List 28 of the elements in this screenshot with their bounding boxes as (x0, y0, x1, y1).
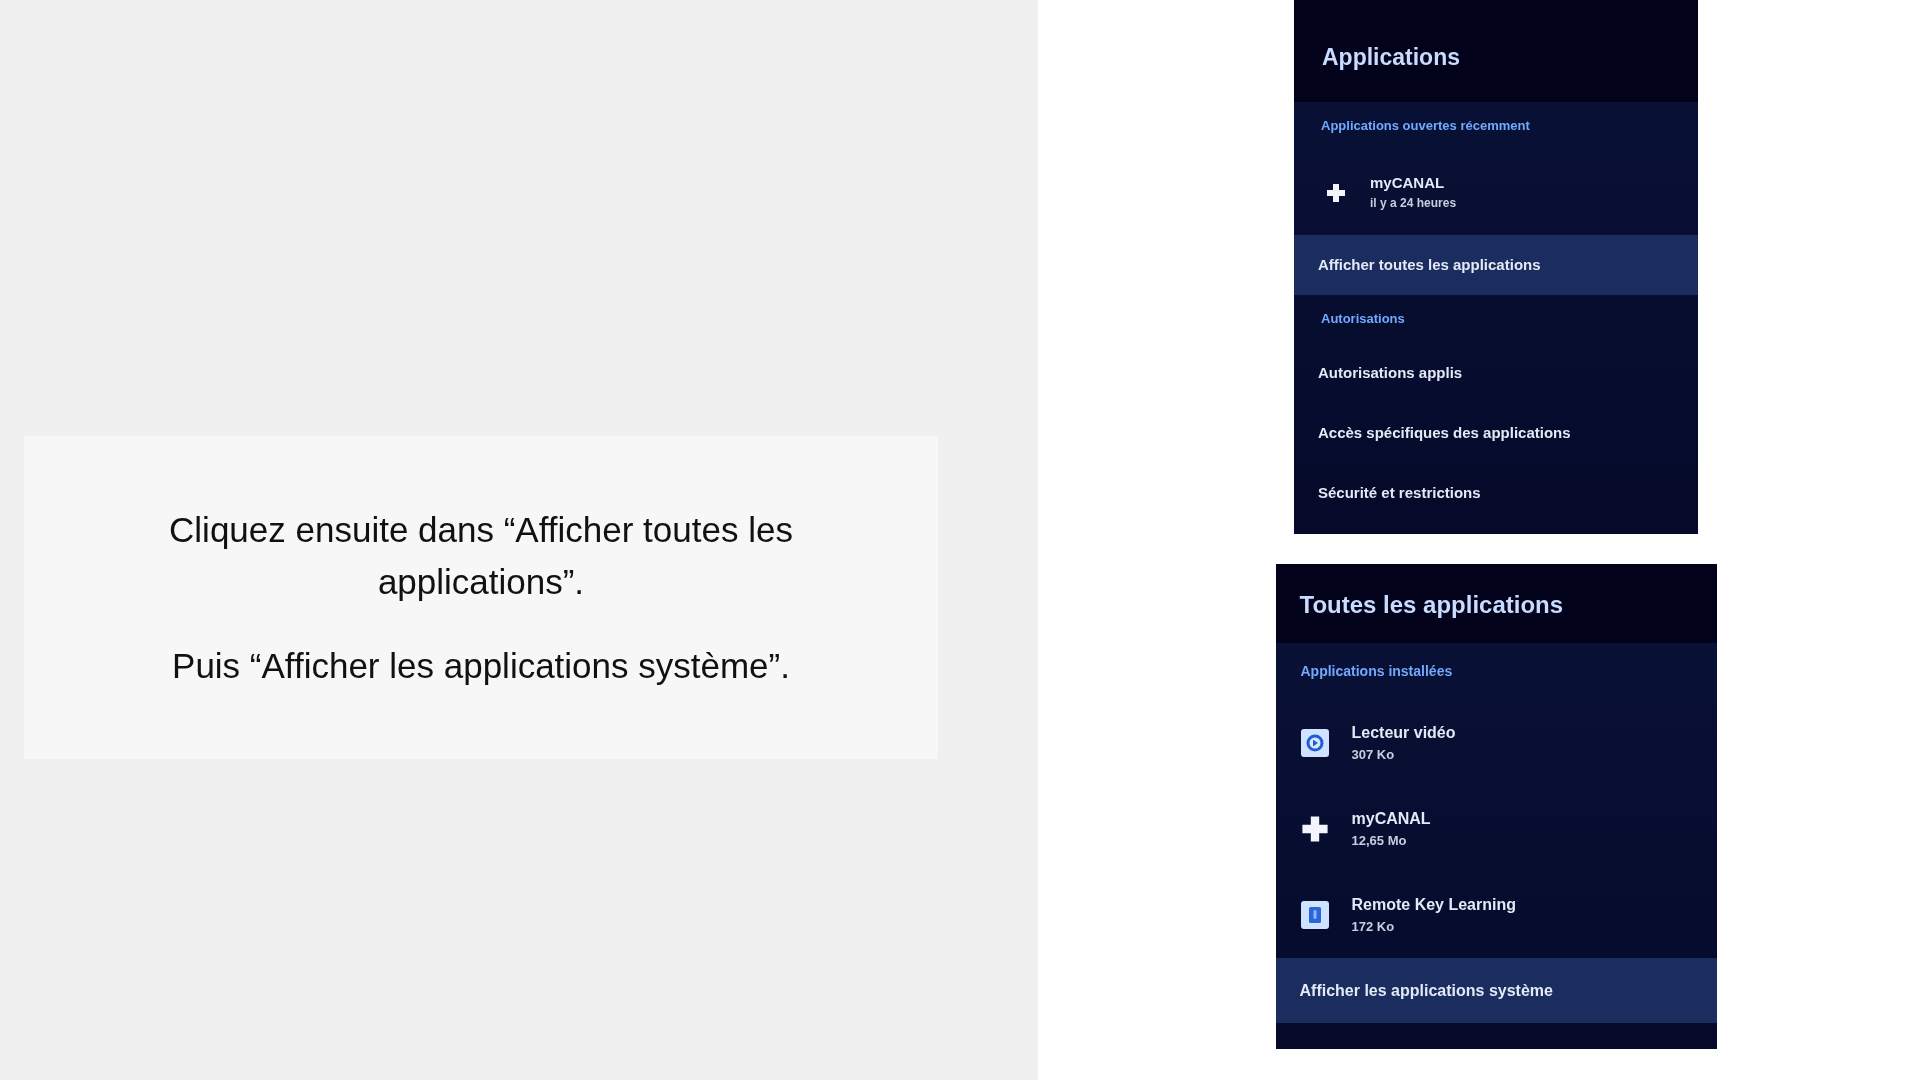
screen-title: Toutes les applications (1299, 589, 1564, 620)
menu-item[interactable]: Autorisations applis (1294, 343, 1698, 403)
app-list-item[interactable]: myCANAL il y a 24 heures (1294, 150, 1698, 235)
play-tile-icon (1300, 729, 1329, 757)
app-name: myCANAL (1370, 173, 1446, 193)
menu-item[interactable]: Afficher les applications système (1275, 958, 1717, 1023)
section-heading: Autorisations (1321, 310, 1405, 329)
app-list-item[interactable]: Lecteur vidéo 307 Ko (1275, 700, 1717, 786)
section-heading: Applications installées (1300, 662, 1453, 681)
app-detail: 172 Ko (1351, 918, 1396, 936)
menu-item[interactable]: Sécurité et restrictions (1294, 463, 1698, 523)
app-detail: 12,65 Mo (1351, 832, 1408, 850)
plus-icon (1326, 182, 1346, 203)
app-detail: 307 Ko (1351, 746, 1396, 764)
remote-tile-icon (1300, 901, 1329, 929)
section-heading: Applications ouvertes récemment (1321, 117, 1530, 136)
app-name: myCANAL (1351, 808, 1431, 829)
app-detail: il y a 24 heures (1370, 196, 1457, 212)
menu-item[interactable]: Afficher toutes les applications (1294, 235, 1698, 295)
app-list-item[interactable]: Remote Key Learning 172 Ko (1275, 872, 1717, 958)
menu-item[interactable]: Accès spécifiques des applications (1294, 403, 1698, 463)
app-name: Remote Key Learning (1351, 894, 1516, 915)
screen-title: Applications (1322, 42, 1460, 72)
app-list-item[interactable]: myCANAL 12,65 Mo (1275, 786, 1717, 872)
app-name: Lecteur vidéo (1351, 722, 1456, 743)
instruction-text: Puis “Afficher les applications système”. (172, 644, 790, 687)
instruction-text: Cliquez ensuite dans “Afficher toutes les applications”. (168, 508, 794, 603)
plus-icon (1300, 815, 1329, 843)
